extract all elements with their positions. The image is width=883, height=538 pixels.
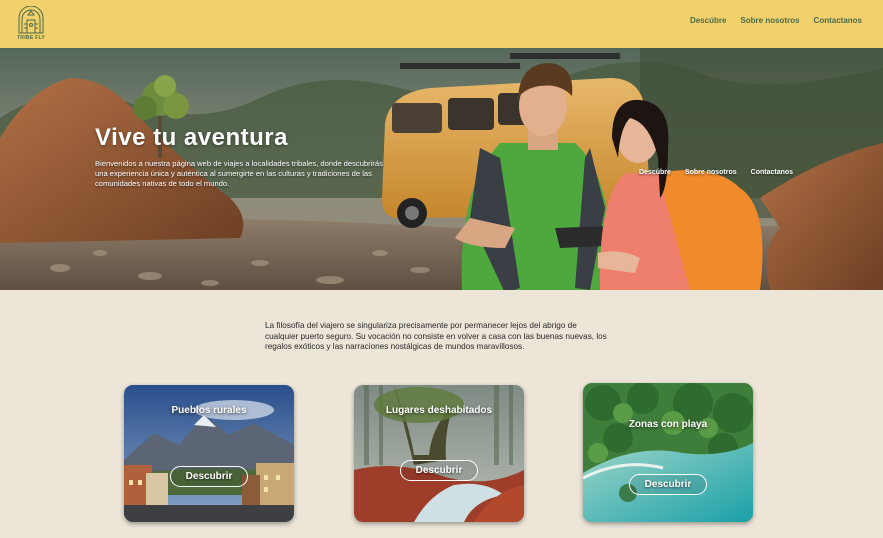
intro-paragraph: La filosofía del viajero se singulariza … — [265, 321, 607, 351]
hero-title: Vive tu aventura — [95, 124, 288, 151]
card-title: Zonas con playa — [628, 419, 708, 430]
nav-descubre[interactable]: Descúbre — [690, 16, 726, 25]
discover-button[interactable]: Descubrir — [170, 466, 248, 487]
beach-image — [583, 383, 753, 522]
logo-text: TRIBE FLY — [16, 35, 46, 41]
hero-description: Bienvenidos a nuestra página web de viaj… — [95, 159, 383, 188]
hero-banner: Vive tu aventura Bienvenidos a nuestra p… — [0, 48, 883, 290]
card-title: Lugares deshabitados — [385, 405, 493, 416]
card-title: Pueblos rurales — [171, 405, 247, 416]
hero-nav: Descúbre Sobre nosotros Contactanos — [639, 169, 793, 176]
tribe-logo-icon — [18, 6, 44, 34]
hero-nav-sobre-nosotros[interactable]: Sobre nosotros — [685, 169, 737, 176]
discover-button[interactable]: Descubrir — [400, 460, 478, 481]
brand-logo[interactable]: TRIBE FLY — [16, 6, 46, 43]
card-zonas-con-playa[interactable]: Zonas con playa Descubrir — [583, 383, 753, 522]
main-nav: Descúbre Sobre nosotros Contactanos — [690, 16, 862, 25]
card-pueblos-rurales[interactable]: Pueblos rurales Descubrir — [124, 385, 294, 522]
hero-nav-contactanos[interactable]: Contactanos — [751, 169, 793, 176]
top-header: TRIBE FLY Descúbre Sobre nosotros Contac… — [0, 0, 883, 48]
card-lugares-deshabitados[interactable]: Lugares deshabitados Descubrir — [354, 385, 524, 522]
nav-sobre-nosotros[interactable]: Sobre nosotros — [740, 16, 799, 25]
discover-button[interactable]: Descubrir — [629, 474, 707, 495]
hero-nav-descubre[interactable]: Descúbre — [639, 169, 671, 176]
nav-contactanos[interactable]: Contactanos — [814, 16, 862, 25]
